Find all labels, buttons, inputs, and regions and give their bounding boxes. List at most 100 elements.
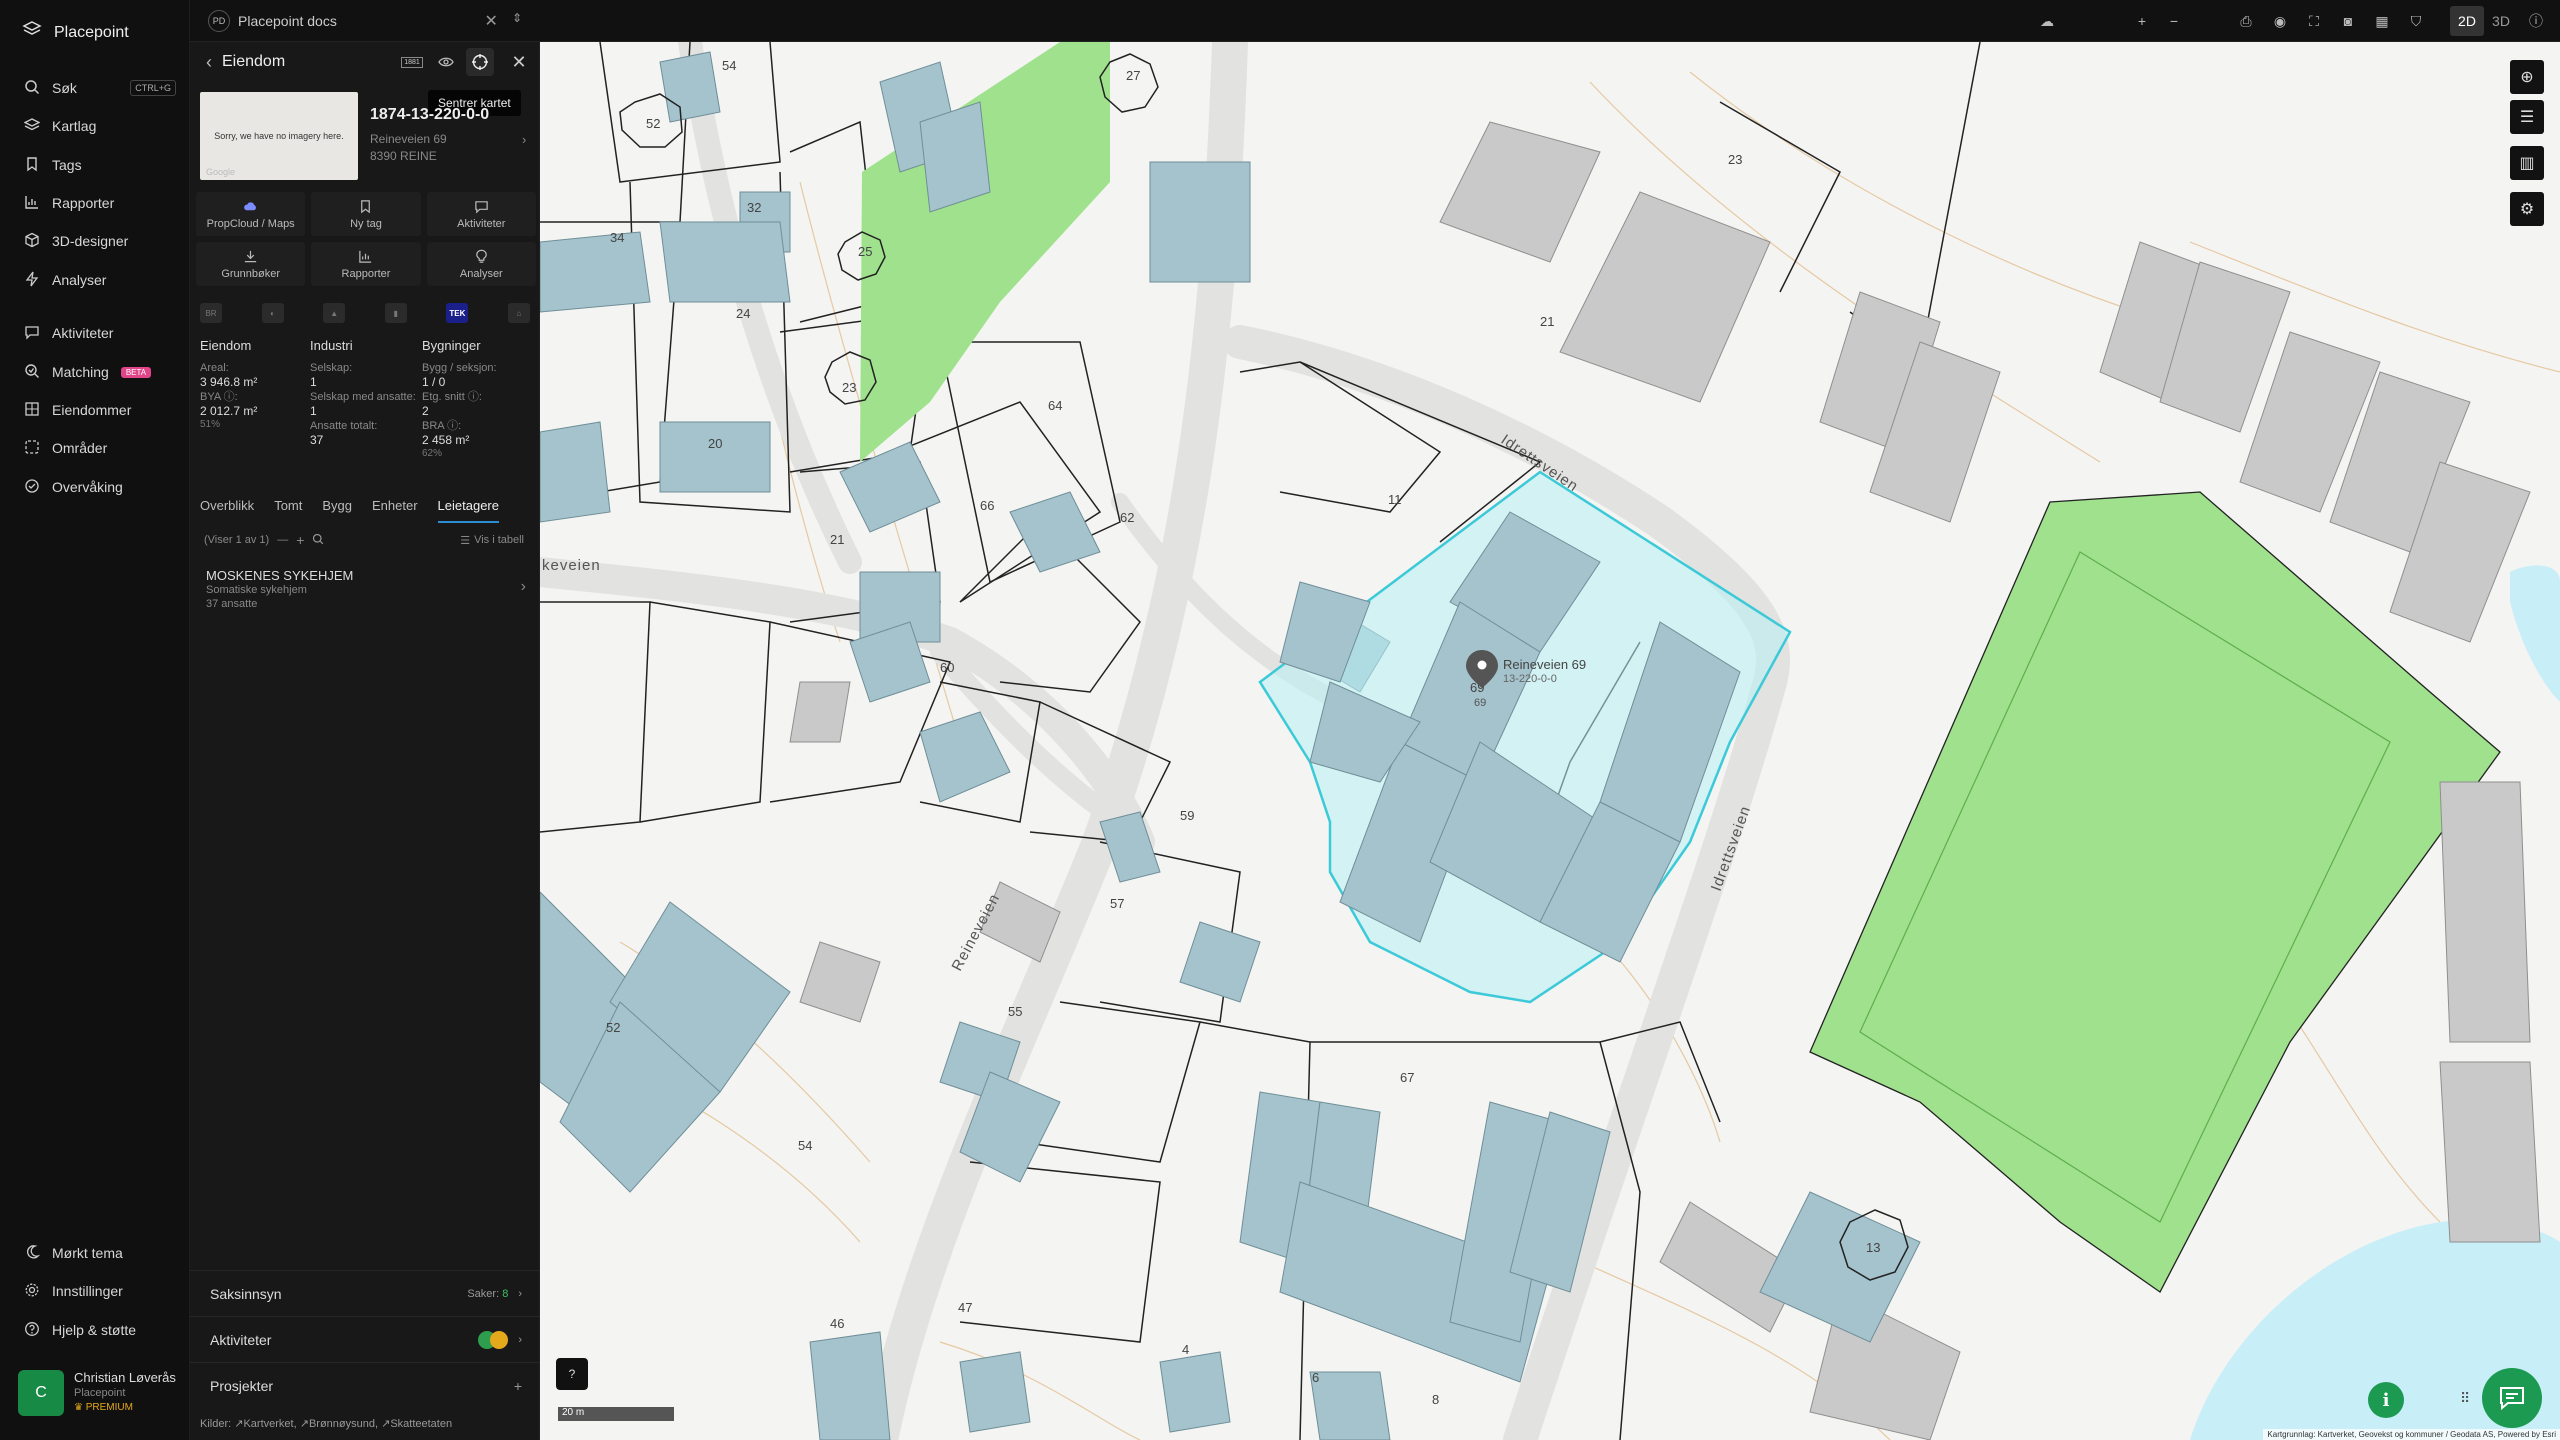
tab-enheter[interactable]: Enheter bbox=[372, 498, 418, 523]
action-grid: PropCloud / Maps Ny tag Aktiviteter Grun… bbox=[196, 192, 536, 286]
mode-2d-button[interactable]: 2D bbox=[2450, 6, 2484, 36]
source-link[interactable]: Skatteetaten bbox=[390, 1418, 452, 1430]
sidebar-item-omrader[interactable]: Områder bbox=[0, 431, 190, 465]
brand[interactable]: Placepoint bbox=[22, 20, 129, 45]
reports-button[interactable]: Rapporter bbox=[311, 242, 421, 286]
bookmark-icon[interactable]: ⛉ bbox=[2404, 9, 2428, 33]
info-icon[interactable]: ⓘ bbox=[2524, 9, 2548, 33]
sidebar-item-help[interactable]: Hjelp & støtte bbox=[0, 1313, 190, 1347]
eye-icon[interactable] bbox=[432, 48, 460, 76]
source-tek[interactable]: TEK bbox=[446, 303, 469, 323]
camera-icon[interactable]: ◙ bbox=[2336, 9, 2360, 33]
source-6[interactable]: ⌂ bbox=[507, 303, 530, 323]
sidebar-item-matching[interactable]: Matching BETA bbox=[0, 355, 190, 389]
panel-close-icon[interactable]: ✕ bbox=[505, 48, 533, 76]
close-icon[interactable]: ✕ bbox=[485, 11, 498, 31]
layout-icon[interactable]: ▦ bbox=[2370, 9, 2394, 33]
map-help-button[interactable]: ? bbox=[556, 1358, 588, 1390]
source-link[interactable]: Kartverket, bbox=[243, 1418, 296, 1430]
land-registry-button[interactable]: Grunnbøker bbox=[196, 242, 306, 286]
map-tool-legend[interactable]: ☰ bbox=[2510, 100, 2544, 134]
address-line: Reineveien 69 bbox=[370, 132, 447, 146]
sources-label: Kilder: bbox=[200, 1418, 232, 1430]
map-tool-chart[interactable]: ▥ bbox=[2510, 146, 2544, 180]
stat-label: Bygg / seksjon: bbox=[422, 362, 497, 374]
search-icon[interactable] bbox=[312, 533, 324, 548]
list-item[interactable]: MOSKENES SYKEHJEM Somatiske sykehjem 37 … bbox=[206, 568, 526, 611]
action-label: Rapporter bbox=[341, 267, 391, 280]
chevron-right-icon[interactable]: › bbox=[522, 132, 526, 147]
sidebar-item-analyser[interactable]: Analyser bbox=[0, 263, 190, 297]
zoom-in-icon[interactable]: + bbox=[2130, 9, 2154, 33]
sidebar-item-kartlag[interactable]: Kartlag bbox=[0, 109, 190, 143]
sidebar-item-tags[interactable]: Tags bbox=[0, 148, 190, 182]
sidebar-item-rapporter[interactable]: Rapporter bbox=[0, 186, 190, 220]
house-number: 52 bbox=[646, 116, 660, 131]
propcloud-button[interactable]: PropCloud / Maps bbox=[196, 192, 306, 236]
stat-value: 1 bbox=[310, 404, 317, 418]
sidebar-item-3d-designer[interactable]: 3D-designer bbox=[0, 224, 190, 258]
tenant-type: Somatiske sykehjem bbox=[206, 584, 307, 596]
sidebar-item-overvaking[interactable]: Overvåking bbox=[0, 470, 190, 504]
tab-tomt[interactable]: Tomt bbox=[274, 498, 302, 523]
print-icon[interactable]: ⎙ bbox=[2234, 9, 2258, 33]
street-view-thumbnail[interactable]: Sorry, we have no imagery here. Google bbox=[200, 92, 358, 180]
map-svg[interactable]: 54 27 52 32 34 25 24 23 20 64 66 62 21 6… bbox=[540, 42, 2560, 1440]
info-button[interactable]: i bbox=[2368, 1382, 2404, 1418]
chart-icon: ▥ bbox=[2519, 155, 2535, 172]
expand-icon[interactable]: ⇕ bbox=[512, 11, 522, 31]
grip-icon[interactable]: ⠿ bbox=[2460, 1390, 2478, 1408]
show-in-table-button[interactable]: ☰ Vis i tabell bbox=[460, 534, 524, 547]
chat-support-button[interactable] bbox=[2482, 1368, 2542, 1428]
section-prosjekter[interactable]: Prosjekter + bbox=[190, 1362, 540, 1408]
propcloud-icon bbox=[244, 201, 257, 210]
stat-label: Etg. snitt ⓘ: bbox=[422, 391, 482, 403]
source-4[interactable]: ▮ bbox=[384, 303, 407, 323]
sidebar-item-dark-theme[interactable]: Mørkt tema bbox=[0, 1236, 190, 1270]
sidebar-item-label: Mørkt tema bbox=[52, 1245, 123, 1261]
source-2[interactable]: ◐ bbox=[261, 303, 284, 323]
gear-icon bbox=[24, 1282, 40, 1301]
new-tag-button[interactable]: Ny tag bbox=[311, 192, 421, 236]
help-icon bbox=[24, 1321, 40, 1340]
sidebar-item-label: Rapporter bbox=[52, 195, 115, 211]
cloud-lock-icon[interactable]: ☁ bbox=[2035, 9, 2059, 33]
map-canvas[interactable]: 54 27 52 32 34 25 24 23 20 64 66 62 21 6… bbox=[540, 42, 2560, 1440]
add-icon[interactable]: + bbox=[514, 1378, 522, 1394]
sidebar-item-sok[interactable]: Søk CTRL+G bbox=[0, 71, 190, 105]
section-saksinnsyn[interactable]: Saksinnsyn Saker: 8 › bbox=[190, 1270, 540, 1316]
tab-bygg[interactable]: Bygg bbox=[322, 498, 352, 523]
source-3[interactable]: ▲ bbox=[323, 303, 346, 323]
property-address: Reineveien 69 8390 REINE bbox=[370, 131, 447, 165]
source-link[interactable]: Brønnøysund, bbox=[309, 1418, 378, 1430]
analyses-button[interactable]: Analyser bbox=[426, 242, 536, 286]
stat-value: 2 012.7 m² bbox=[200, 404, 258, 418]
house-number: 23 bbox=[842, 380, 856, 395]
visibility-icon[interactable]: ◉ bbox=[2268, 9, 2292, 33]
add-icon[interactable]: + bbox=[296, 532, 304, 548]
tab-overblikk[interactable]: Overblikk bbox=[200, 498, 254, 523]
center-map-button[interactable] bbox=[466, 48, 494, 76]
shortcut-badge: CTRL+G bbox=[130, 80, 176, 96]
action-label: PropCloud / Maps bbox=[206, 217, 295, 230]
mode-3d-button[interactable]: 3D bbox=[2484, 6, 2518, 36]
map-tool-settings[interactable]: ⚙ bbox=[2510, 192, 2544, 226]
section-label: Aktiviteter bbox=[210, 1331, 272, 1348]
section-aktiviteter[interactable]: Aktiviteter › bbox=[190, 1316, 540, 1362]
sidebar-item-eiendommer[interactable]: Eiendommer bbox=[0, 393, 190, 427]
back-icon[interactable]: ‹ bbox=[206, 52, 212, 73]
sidebar-item-settings[interactable]: Innstillinger bbox=[0, 1274, 190, 1308]
1881-button[interactable]: 1881 bbox=[398, 48, 426, 76]
zoom-out-icon[interactable]: − bbox=[2162, 9, 2186, 33]
source-br[interactable]: BR bbox=[200, 303, 222, 323]
activities-button[interactable]: Aktiviteter bbox=[426, 192, 536, 236]
fullscreen-icon[interactable]: ⛶ bbox=[2302, 9, 2326, 33]
sidebar-item-aktiviteter[interactable]: Aktiviteter bbox=[0, 316, 190, 350]
external-link-icon: ↗ bbox=[381, 1418, 391, 1430]
sidebar-item-label: Eiendommer bbox=[52, 402, 132, 418]
workspace-title[interactable]: Placepoint docs bbox=[238, 13, 337, 29]
user-card[interactable]: C Christian Løverås Placepoint ♛ PREMIUM bbox=[18, 1370, 176, 1416]
map-tool-measure[interactable]: ⊕ bbox=[2510, 60, 2544, 94]
tab-leietagere[interactable]: Leietagere bbox=[437, 498, 499, 523]
collapse-icon[interactable]: — bbox=[277, 534, 288, 546]
